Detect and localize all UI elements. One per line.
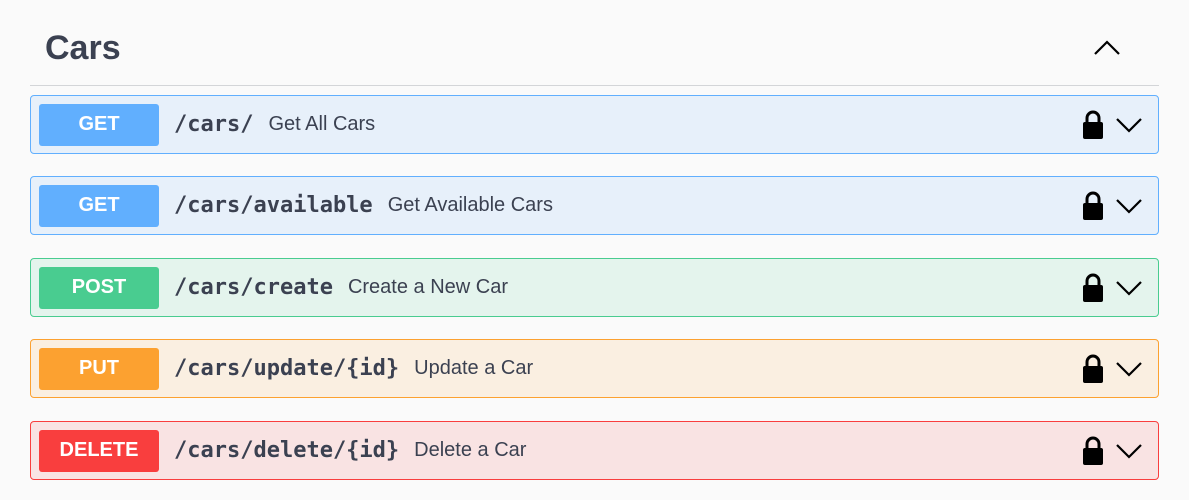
- method-badge: GET: [39, 184, 159, 227]
- operation-path: /cars/create: [174, 275, 333, 300]
- chevron-down-icon[interactable]: [1114, 191, 1144, 221]
- section-title: Cars: [45, 29, 121, 67]
- method-badge: GET: [39, 103, 159, 146]
- operation-path: /cars/: [174, 112, 254, 137]
- lock-icon[interactable]: [1080, 434, 1106, 468]
- section-header[interactable]: Cars: [30, 0, 1159, 86]
- operation-get-cars-available[interactable]: GET /cars/available Get Available Cars: [30, 176, 1159, 235]
- chevron-down-icon[interactable]: [1114, 110, 1144, 140]
- method-badge: POST: [39, 266, 159, 309]
- operation-post-cars-create[interactable]: POST /cars/create Create a New Car: [30, 258, 1159, 317]
- chevron-up-icon: [1094, 39, 1120, 55]
- operation-get-cars[interactable]: GET /cars/ Get All Cars: [30, 95, 1159, 154]
- operation-summary: Delete a Car: [414, 439, 527, 461]
- operation-summary: Update a Car: [414, 357, 534, 379]
- chevron-down-icon[interactable]: [1114, 354, 1144, 384]
- chevron-down-icon[interactable]: [1114, 273, 1144, 303]
- operation-delete-cars[interactable]: DELETE /cars/delete/{id} Delete a Car: [30, 421, 1159, 480]
- operation-put-cars-update[interactable]: PUT /cars/update/{id} Update a Car: [30, 339, 1159, 398]
- lock-icon[interactable]: [1080, 271, 1106, 305]
- cars-section: Cars GET /cars/ Get All Cars GET /cars/a…: [30, 0, 1159, 480]
- operation-summary: Get Available Cars: [387, 194, 553, 216]
- method-badge: DELETE: [39, 429, 159, 472]
- chevron-down-icon[interactable]: [1114, 436, 1144, 466]
- lock-icon[interactable]: [1080, 189, 1106, 223]
- operation-path: /cars/update/{id}: [174, 356, 400, 381]
- operation-summary: Create a New Car: [347, 276, 509, 298]
- operation-path: /cars/delete/{id}: [174, 438, 400, 463]
- collapse-section-button[interactable]: [1087, 27, 1127, 67]
- method-badge: PUT: [39, 347, 159, 390]
- lock-icon[interactable]: [1080, 108, 1106, 142]
- lock-icon[interactable]: [1080, 352, 1106, 386]
- operation-summary: Get All Cars: [268, 113, 376, 135]
- operation-path: /cars/available: [174, 193, 373, 218]
